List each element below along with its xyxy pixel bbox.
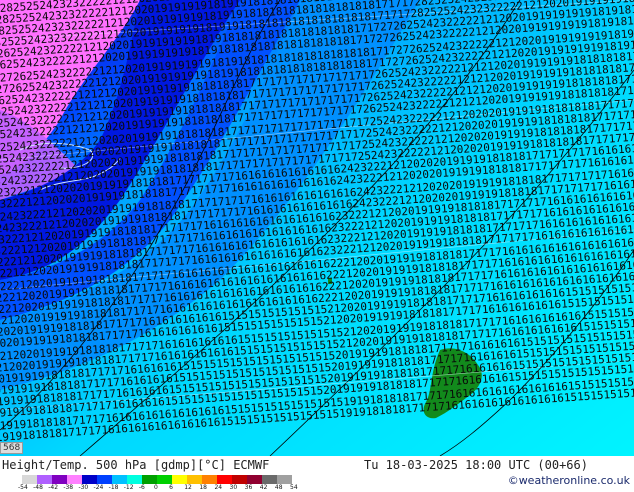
color-scale-segment — [37, 475, 52, 484]
color-scale-segment — [127, 475, 142, 484]
color-scale-segment — [22, 475, 37, 484]
color-scale — [22, 475, 292, 484]
color-scale-segment — [262, 475, 277, 484]
color-scale-segment — [82, 475, 97, 484]
footer: Height/Temp. 500 hPa [gdmp][°C] ECMWF Tu… — [0, 456, 634, 492]
site-credit[interactable]: ©weatheronline.co.uk — [508, 474, 630, 487]
color-scale-segment — [232, 475, 247, 484]
color-scale-segment — [187, 475, 202, 484]
corner-label: 568 — [0, 442, 24, 454]
map-canvas: 2825252423232222212120201919191918191918… — [0, 0, 634, 456]
temperature-labels: 2825252423232222212120201919191918191918… — [0, 0, 634, 444]
color-scale-segment — [172, 475, 187, 484]
color-scale-segment — [217, 475, 232, 484]
weather-map: 2825252423232222212120201919191918191918… — [0, 0, 634, 456]
color-scale-segment — [52, 475, 67, 484]
color-scale-segment — [277, 475, 292, 484]
color-scale-segment — [112, 475, 127, 484]
map-title: Height/Temp. 500 hPa [gdmp][°C] ECMWF — [2, 458, 270, 472]
color-scale-segment — [247, 475, 262, 484]
color-scale-segment — [157, 475, 172, 484]
color-scale-labels: -54 -48 -42 -38 -30 -24 -18 -12 -6 0 6 12 18 24 30 36 42… — [0, 484, 300, 492]
color-scale-segment — [202, 475, 217, 484]
color-scale-segment — [67, 475, 82, 484]
color-scale-segment — [142, 475, 157, 484]
valid-time: Tu 18-03-2025 18:00 UTC (00+66) — [364, 458, 588, 472]
color-scale-segment — [97, 475, 112, 484]
